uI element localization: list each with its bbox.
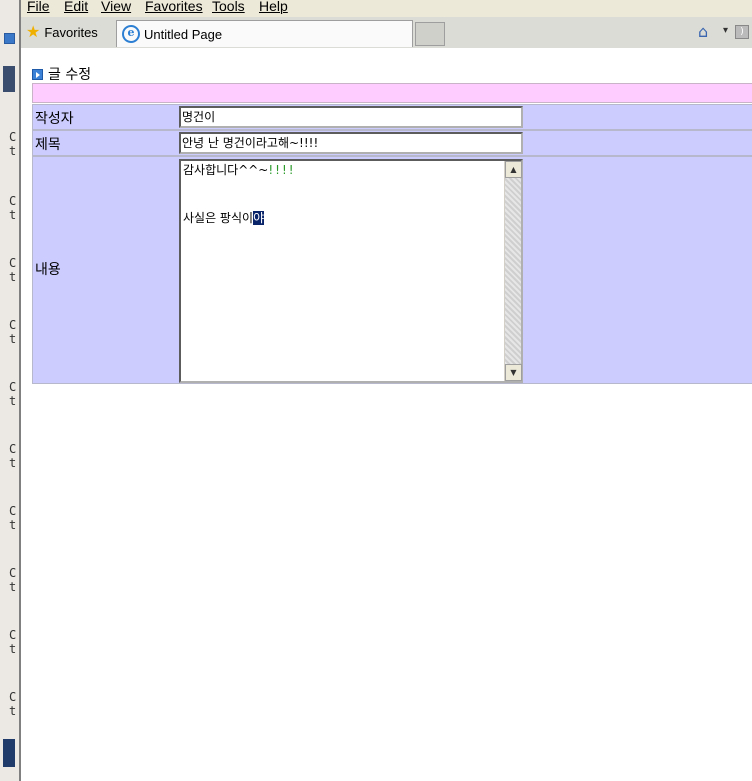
content-row: 내용 감사합니다^^~!!!! 사실은 팡식이야 ▲ ▼ [32,156,752,384]
background-window-text: Ct [9,504,17,532]
scroll-up-icon[interactable]: ▲ [505,161,522,178]
title-input[interactable]: 안녕 난 명건이라고해~!!!! [179,132,523,154]
background-window-text: Ct [9,194,17,222]
tab-bar: ★ Favorites e Untitled Page ⌂ ▾ ) [21,17,752,49]
edit-form: 작성자 명건이 제목 안녕 난 명건이라고해~!!!! 내용 감사합니다^^~!… [32,83,752,384]
menu-bar: File Edit View Favorites Tools Help [21,0,752,17]
background-window-strip: Ct Ct Ct Ct Ct Ct Ct Ct Ct Ct [0,0,20,781]
background-window-text: Ct [9,256,17,284]
background-window-text: Ct [9,628,17,656]
textarea-scrollbar[interactable]: ▲ ▼ [504,161,522,381]
content-textarea[interactable]: 감사합니다^^~!!!! 사실은 팡식이야 ▲ ▼ [179,159,523,383]
scroll-down-icon[interactable]: ▼ [505,364,522,381]
page-content: 글 수정 작성자 명건이 제목 안녕 난 명건이라고해~!!!! 내용 감사합니… [21,48,752,781]
form-header-row [32,83,752,103]
menu-file[interactable]: File [27,0,50,14]
background-window-bottom [3,739,15,767]
content-line-1-tail: !!!! [268,163,296,177]
content-label: 내용 [35,262,61,278]
background-window-text: Ct [9,380,17,408]
background-window-text: Ct [9,318,17,346]
author-row: 작성자 명건이 [32,104,752,130]
title-label: 제목 [35,137,61,153]
page-heading: 글 수정 [32,64,91,84]
content-line-1: 감사합니다^^~ [183,163,269,177]
background-window-text: Ct [9,130,17,158]
background-window-text: Ct [9,442,17,470]
rss-icon[interactable]: ) [735,25,749,39]
favorites-label: Favorites [44,24,98,40]
browser-window: File Edit View Favorites Tools Help ★ Fa… [19,0,752,781]
author-input[interactable]: 명건이 [179,106,523,128]
background-window-text: Ct [9,566,17,594]
menu-tools[interactable]: Tools [212,0,245,14]
ie-page-icon: e [122,25,140,43]
menu-edit[interactable]: Edit [64,0,88,14]
star-icon: ★ [26,24,41,41]
author-label: 작성자 [35,111,74,127]
content-text: 감사합니다^^~!!!! 사실은 팡식이야 [183,162,296,226]
background-window-icon [4,33,15,44]
menu-help[interactable]: Help [259,0,288,14]
dropdown-icon[interactable]: ▾ [723,25,728,36]
background-window-text: Ct [9,690,17,718]
bullet-icon [32,68,43,80]
home-icon[interactable]: ⌂ [698,22,708,41]
title-row: 제목 안녕 난 명건이라고해~!!!! [32,130,752,156]
new-tab-button[interactable] [415,22,445,46]
favorites-button[interactable]: ★ Favorites [24,21,98,43]
content-line-3: 사실은 팡식이 [183,211,254,225]
menu-favorites[interactable]: Favorites [145,0,203,14]
page-title: 글 수정 [48,67,92,83]
tab-untitled-page[interactable]: e Untitled Page [116,20,413,47]
menu-view[interactable]: View [101,0,131,14]
tab-title: Untitled Page [144,26,223,42]
background-window-bar [3,66,15,92]
selected-text: 야 [253,211,265,225]
